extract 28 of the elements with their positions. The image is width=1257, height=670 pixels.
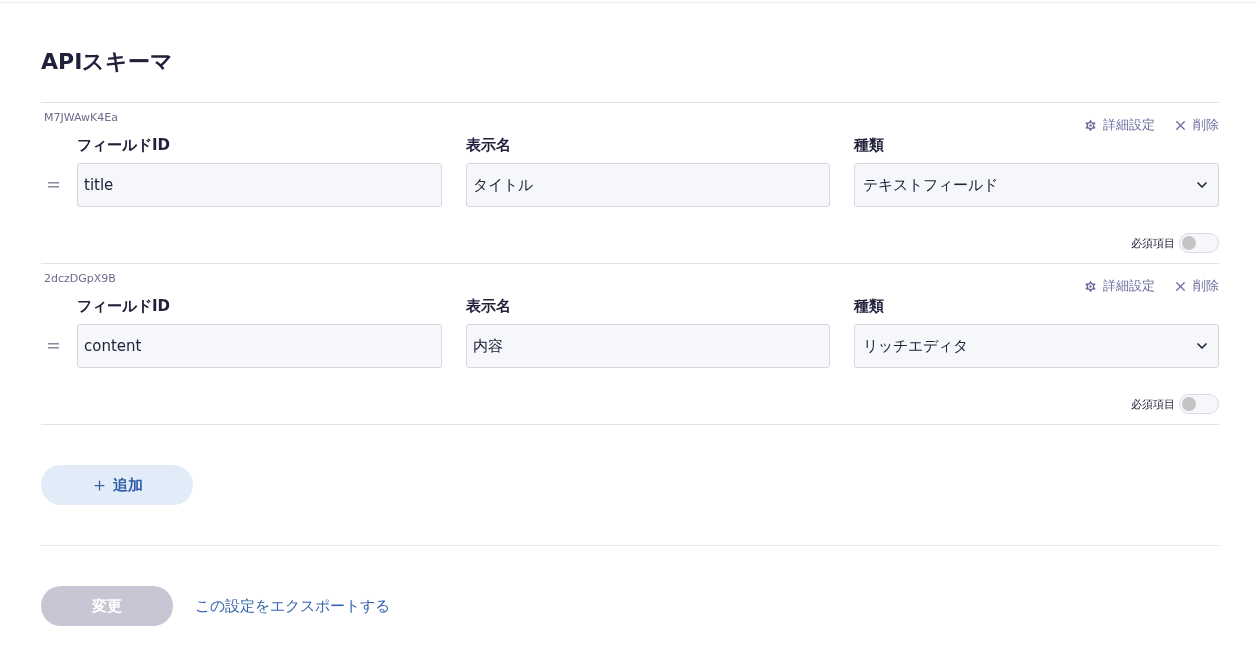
- field-label: フィールドID: [77, 297, 172, 316]
- delete-button[interactable]: 削除: [1173, 277, 1219, 295]
- page-title: APIスキーマ: [41, 48, 175, 76]
- field-label: 表示名: [465, 136, 512, 155]
- required-label: 必須項目: [1131, 396, 1175, 412]
- field-label: 種類: [854, 297, 886, 316]
- delete-button[interactable]: 削除: [1173, 116, 1219, 134]
- required-toggle[interactable]: [1179, 233, 1219, 253]
- type-select[interactable]: リッチエディタ: [854, 324, 1219, 368]
- input-field[interactable]: title: [77, 163, 442, 207]
- gear-icon: [1083, 278, 1098, 294]
- required-label: 必須項目: [1131, 235, 1175, 251]
- required-toggle[interactable]: [1179, 394, 1219, 414]
- field-key: M7JWAwK4Ea: [44, 111, 118, 124]
- field-key: 2dczDGpX9B: [44, 272, 116, 285]
- input-field[interactable]: タイトル: [465, 163, 831, 207]
- field-label: 表示名: [465, 297, 512, 316]
- input-field[interactable]: 内容: [465, 324, 831, 368]
- field-label: フィールドID: [77, 136, 172, 155]
- gear-icon: [1083, 117, 1098, 133]
- add-button[interactable]: 追加: [41, 465, 193, 505]
- plus-icon: [91, 477, 107, 493]
- export-link[interactable]: この設定をエクスポートする: [195, 596, 390, 616]
- settings-button[interactable]: 詳細設定: [1083, 116, 1155, 134]
- type-select[interactable]: テキストフィールド: [854, 163, 1219, 207]
- input-field[interactable]: content: [77, 324, 442, 368]
- settings-button[interactable]: 詳細設定: [1083, 277, 1155, 295]
- field-label: 種類: [854, 136, 886, 155]
